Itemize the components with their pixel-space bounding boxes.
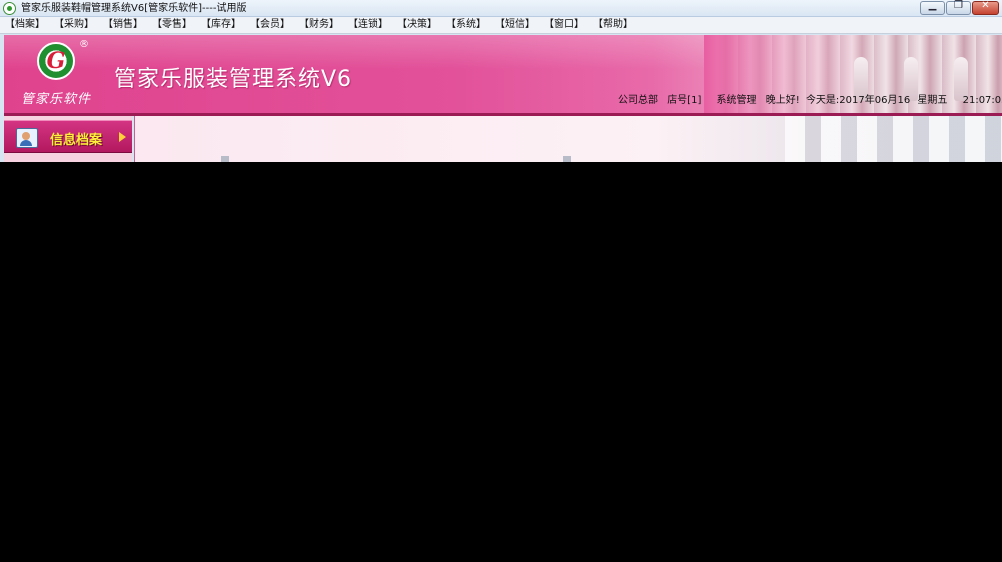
menu-system[interactable]: 【系统】 xyxy=(446,18,486,32)
menu-chain[interactable]: 【连锁】 xyxy=(348,18,388,32)
brand-logo-letter: G xyxy=(46,48,66,74)
menu-archive[interactable]: 【档案】 xyxy=(5,18,45,32)
status-time: 21:07:03 xyxy=(962,95,1002,106)
menu-bar: 【档案】 【采购】 【销售】 【零售】 【库存】 【会员】 【财务】 【连锁】 … xyxy=(0,17,1002,34)
menu-sms[interactable]: 【短信】 xyxy=(495,18,535,32)
main-content xyxy=(134,116,1002,162)
content-background xyxy=(785,116,1002,162)
menu-decision[interactable]: 【决策】 xyxy=(397,18,437,32)
status-store: 店号[1] xyxy=(667,95,702,106)
brand-name: 管家乐软件 xyxy=(21,92,92,107)
close-button[interactable]: ✕ xyxy=(972,0,999,15)
menu-retail[interactable]: 【零售】 xyxy=(152,18,192,32)
app-title: 管家乐服装管理系统V6 xyxy=(114,67,353,92)
window-controls: ▁ ❐ ✕ xyxy=(920,0,999,15)
menu-inventory[interactable]: 【库存】 xyxy=(201,18,241,32)
minimize-icon: ▁ xyxy=(928,0,937,11)
menu-purchase[interactable]: 【采购】 xyxy=(54,18,94,32)
header-banner: G ® 管家乐软件 管家乐服装管理系统V6 公司总部 店号[1] 系统管理 晚上… xyxy=(4,35,1002,113)
brand-logo: G xyxy=(37,42,75,80)
menu-finance[interactable]: 【财务】 xyxy=(299,18,339,32)
menu-window[interactable]: 【窗口】 xyxy=(544,18,584,32)
blank-area xyxy=(0,162,1002,562)
nav-item-info-archive[interactable]: 信息档案 xyxy=(4,120,132,153)
user-card-icon xyxy=(16,128,38,148)
menu-sales[interactable]: 【销售】 xyxy=(103,18,143,32)
menu-member[interactable]: 【会员】 xyxy=(250,18,290,32)
status-user: 系统管理 xyxy=(716,95,757,106)
status-company: 公司总部 xyxy=(618,95,658,106)
registered-mark: ® xyxy=(79,39,89,50)
minimize-button[interactable]: ▁ xyxy=(920,0,945,15)
status-greeting: 晚上好! xyxy=(765,95,800,106)
restore-icon: ❐ xyxy=(954,0,963,11)
status-line: 公司总部 店号[1] 系统管理 晚上好! 今天是:2017年06月16 星期五 … xyxy=(618,95,1002,107)
menu-help[interactable]: 【帮助】 xyxy=(593,18,633,32)
title-bar[interactable]: 管家乐服装鞋帽管理系统V6[管家乐软件]----试用版 ▁ ❐ ✕ xyxy=(0,0,1002,17)
status-date: 今天是:2017年06月16 xyxy=(805,95,911,106)
status-weekday: 星期五 xyxy=(917,95,948,106)
window-title: 管家乐服装鞋帽管理系统V6[管家乐软件]----试用版 xyxy=(21,3,247,14)
restore-button[interactable]: ❐ xyxy=(946,0,971,15)
app-window: 管家乐服装鞋帽管理系统V6[管家乐软件]----试用版 ▁ ❐ ✕ 【档案】 【… xyxy=(0,0,1002,562)
app-logo-icon xyxy=(3,2,16,15)
close-icon: ✕ xyxy=(981,0,990,11)
arrow-right-icon xyxy=(119,132,126,142)
left-nav: 信息档案 xyxy=(4,116,132,162)
nav-item-label: 信息档案 xyxy=(50,133,103,148)
